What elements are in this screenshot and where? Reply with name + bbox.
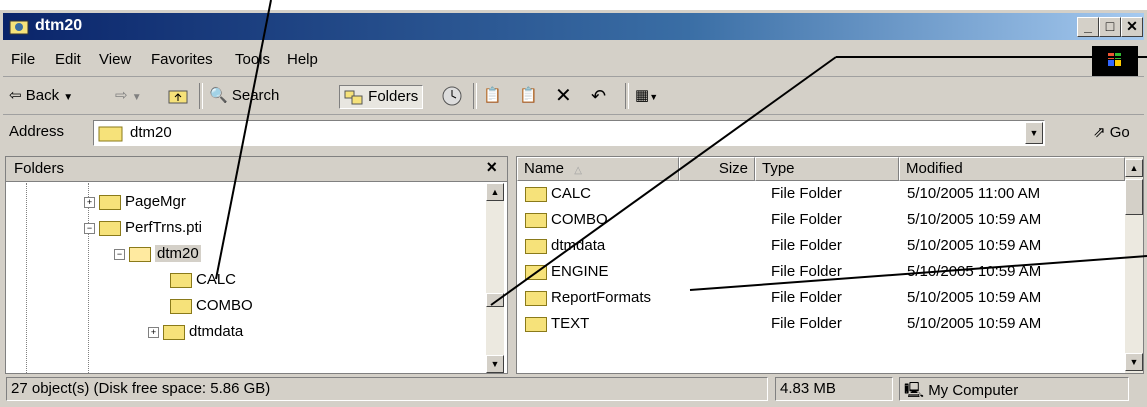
annotation-line (215, 0, 272, 280)
annotation-lines (215, 0, 1147, 306)
annotation-line (689, 255, 1147, 291)
annotation-line (490, 56, 837, 306)
